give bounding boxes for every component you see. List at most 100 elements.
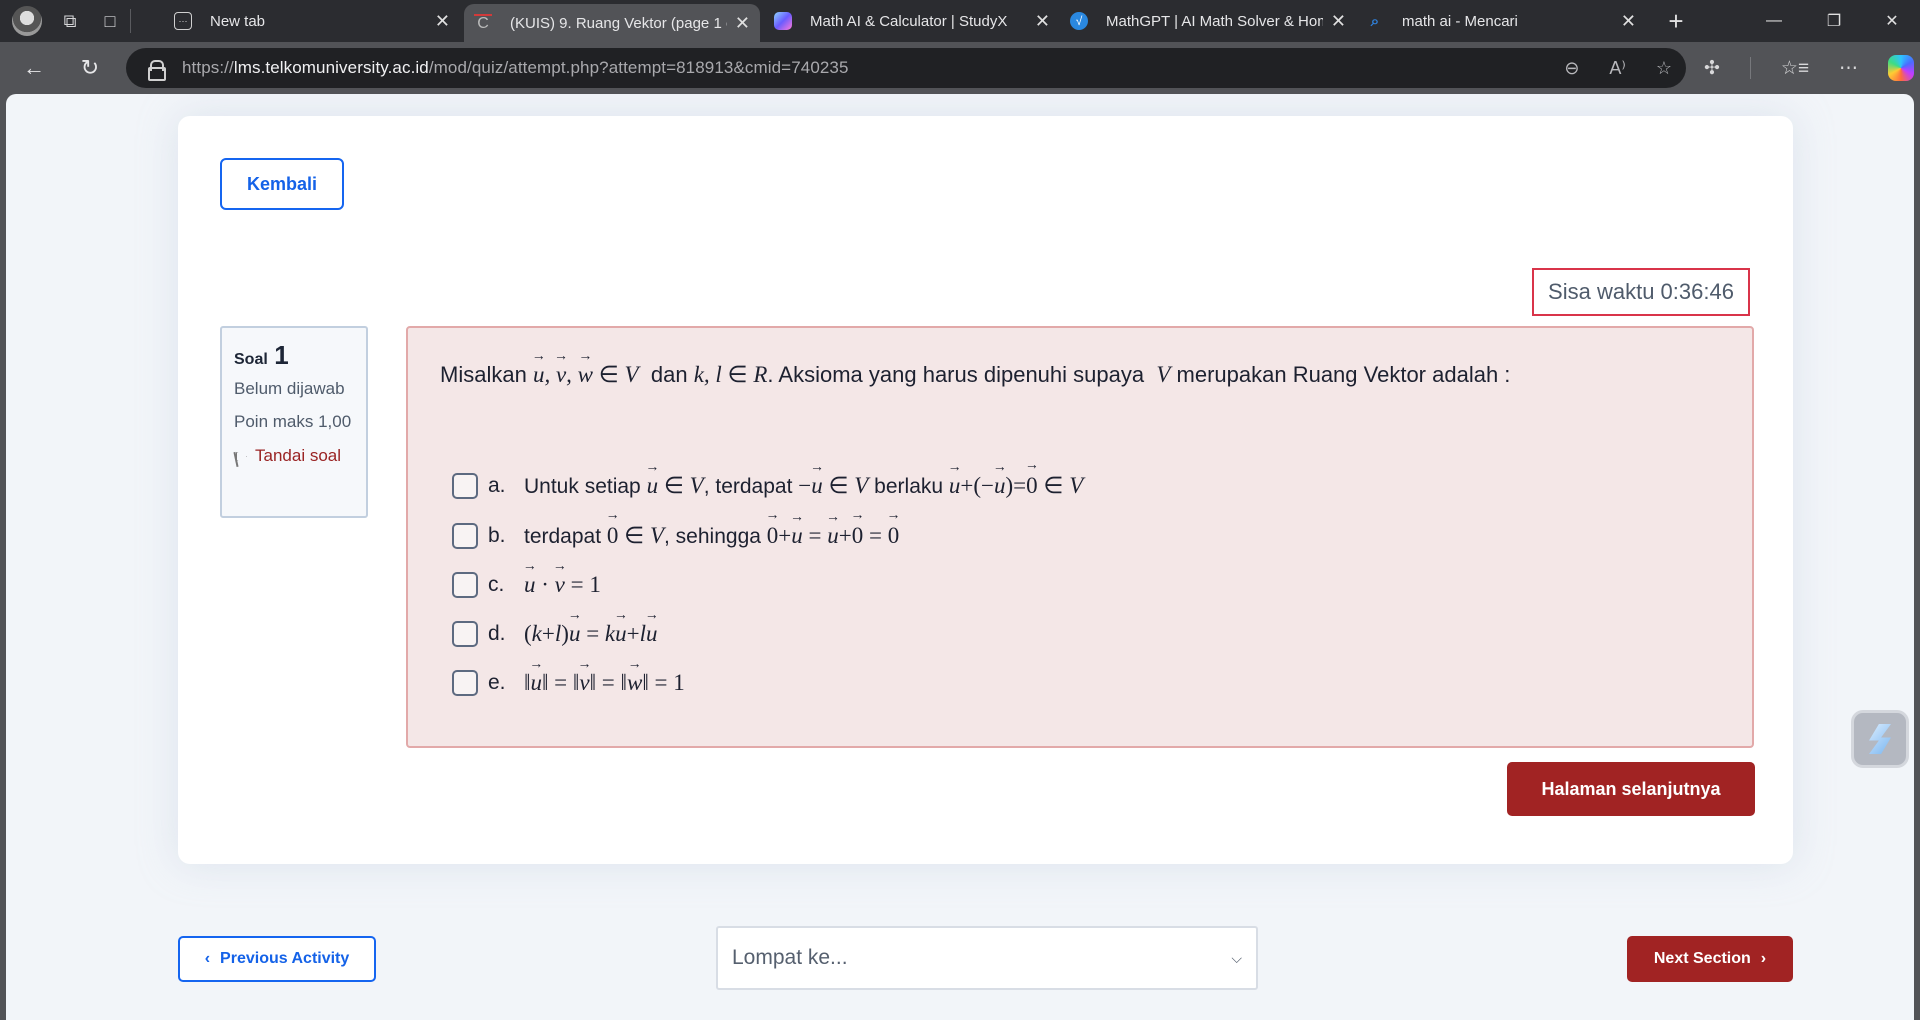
read-aloud-icon[interactable]: A⁾ [1609,58,1625,79]
flag-question-link[interactable]: Tandai soal [234,446,354,466]
answer-option-c[interactable]: c. u · v = 1 [452,567,601,603]
url-scheme: https:// [182,58,234,77]
close-tab-icon[interactable]: ✕ [1621,11,1636,32]
tab-title: MathGPT | AI Math Solver & Hom [1106,12,1323,30]
question-scalars: k, l ∈ R [693,362,768,387]
tab-title: math ai - Mencari [1402,12,1518,30]
option-checkbox[interactable] [452,523,478,549]
reload-icon[interactable]: ↻ [74,52,106,84]
tab-new-tab[interactable]: ⋯ New tab ✕ [164,0,460,42]
favorites-icon[interactable]: ☆≡ [1781,57,1809,80]
url-host: lms.telkomuniversity.ac.id [233,58,429,77]
window-edge [1914,94,1920,1020]
copilot-icon[interactable] [1888,55,1915,81]
option-checkbox[interactable] [452,473,478,499]
option-text: terdapat 0 ∈ V, sehingga 0+u = u+0 = 0 [524,523,899,549]
close-window-button[interactable]: ✕ [1864,0,1920,42]
close-tab-icon[interactable]: ✕ [435,11,450,32]
question-text-prefix: Misalkan [440,362,527,387]
answer-option-a[interactable]: a. Untuk setiap u ∈ V, terdapat −u ∈ V b… [452,468,1083,504]
back-icon[interactable]: ← [18,52,50,84]
question-text-dan: dan [650,362,688,387]
option-letter: e. [488,671,506,694]
option-letter: b. [488,524,506,547]
option-checkbox[interactable] [452,572,478,598]
next-page-button[interactable]: Halaman selanjutnya [1507,762,1755,816]
tab-quiz-active[interactable]: C (KUIS) 9. Ruang Vektor (page 1 of ✕ [464,4,760,42]
question-label: Soal [234,351,268,368]
flag-icon [234,452,248,466]
restore-button[interactable]: ❐ [1806,0,1862,42]
option-letter: d. [488,622,506,645]
back-button[interactable]: Kembali [220,158,344,210]
vertical-tabs-icon[interactable]: □ [90,0,130,42]
option-text: Untuk setiap u ∈ V, terdapat −u ∈ V berl… [524,473,1083,499]
option-checkbox[interactable] [452,670,478,696]
question-grade: Poin maks 1,00 [234,412,352,431]
url-text[interactable]: https://lms.telkomuniversity.ac.id/mod/q… [182,58,849,78]
next-section-label: Next Section [1653,950,1751,967]
previous-activity-label: Previous Activity [220,950,350,967]
flag-question-label: Tandai soal [255,446,342,465]
mathgpt-favicon: √ [1070,12,1088,30]
tab-title: Math AI & Calculator | StudyX [810,12,1008,30]
telkom-lms-favicon: C [474,14,492,32]
search-icon: ⌕ [1370,12,1380,30]
tab-title: New tab [210,12,266,30]
answer-option-e[interactable]: e. ‖u‖ = ‖v‖ = ‖w‖ = 1 [452,665,685,701]
quiz-card: Kembali Sisa waktu 0:36:46 Soal 1 Belum … [178,116,1793,864]
previous-activity-button[interactable]: ‹ Previous Activity [178,936,376,982]
question-number-value: 1 [274,340,289,370]
workspaces-icon[interactable]: ⧉ [50,0,90,42]
question-text: Misalkan u, v, w ∈ V dan k, l ∈ R. Aksio… [440,362,1510,388]
assistant-logo-icon [1869,724,1891,754]
option-letter: c. [488,573,505,596]
studyx-favicon [774,12,792,30]
tab-studyx[interactable]: Math AI & Calculator | StudyX ✕ [764,0,1060,42]
favorite-star-icon[interactable]: ☆ [1656,58,1672,79]
jump-to-placeholder: Lompat ke... [732,946,848,969]
option-text: ‖u‖ = ‖v‖ = ‖w‖ = 1 [524,670,685,696]
floating-assistant-widget[interactable] [1851,710,1909,768]
option-checkbox[interactable] [452,621,478,647]
browser-toolbar: ← ↻ https://lms.telkomuniversity.ac.id/m… [0,42,1920,94]
question-info-panel: Soal 1 Belum dijawab Poin maks 1,00 Tand… [220,326,368,518]
extensions-icon[interactable]: ✣ [1704,57,1720,80]
zoom-out-icon[interactable]: ⊖ [1564,58,1579,79]
close-tab-icon[interactable]: ✕ [735,13,750,34]
question-number: Soal 1 [234,340,354,371]
option-text: u · v = 1 [524,572,601,598]
jump-to-select[interactable]: Lompat ke... ⌵ [716,926,1258,990]
answer-option-b[interactable]: b. terdapat 0 ∈ V, sehingga 0+u = u+0 = … [452,518,899,554]
tab-search[interactable]: ⌕ math ai - Mencari ✕ [1356,0,1646,42]
chevron-right-icon: › [1760,950,1767,967]
url-path: /mod/quiz/attempt.php?attempt=818913&cmi… [428,58,849,77]
chevron-left-icon: ‹ [204,950,211,967]
new-tab-button[interactable]: + [1648,0,1704,42]
answer-option-d[interactable]: d. (k+l)u = ku+lu [452,616,658,652]
lock-icon[interactable] [148,60,166,81]
option-letter: a. [488,474,506,497]
time-remaining: Sisa waktu 0:36:46 [1532,268,1750,316]
address-bar[interactable]: https://lms.telkomuniversity.ac.id/mod/q… [126,48,1686,88]
toolbar-separator [1749,57,1751,79]
tab-title: (KUIS) 9. Ruang Vektor (page 1 of [510,14,727,32]
new-tab-icon: ⋯ [174,12,192,30]
tab-separator [130,9,131,33]
question-box: Misalkan u, v, w ∈ V dan k, l ∈ R. Aksio… [406,326,1754,748]
profile-avatar[interactable] [12,6,42,36]
close-tab-icon[interactable]: ✕ [1035,11,1050,32]
question-text-middle: . Aksioma yang harus dipenuhi supaya [767,362,1145,387]
close-tab-icon[interactable]: ✕ [1331,11,1346,32]
minimize-button[interactable]: — [1746,0,1802,42]
chevron-down-icon: ⌵ [1231,949,1242,966]
question-space-symbol: V [1156,362,1171,387]
question-text-suffix: merupakan Ruang Vektor adalah : [1176,362,1511,387]
tab-mathgpt[interactable]: √ MathGPT | AI Math Solver & Hom ✕ [1060,0,1356,42]
page-viewport: Kembali Sisa waktu 0:36:46 Soal 1 Belum … [6,94,1914,1020]
question-state: Belum dijawab [234,379,345,398]
question-vectors: u, v, w ∈ V [533,362,639,387]
more-menu-icon[interactable]: ⋯ [1839,57,1858,80]
option-text: (k+l)u = ku+lu [524,621,658,647]
next-section-button[interactable]: Next Section › [1627,936,1793,982]
